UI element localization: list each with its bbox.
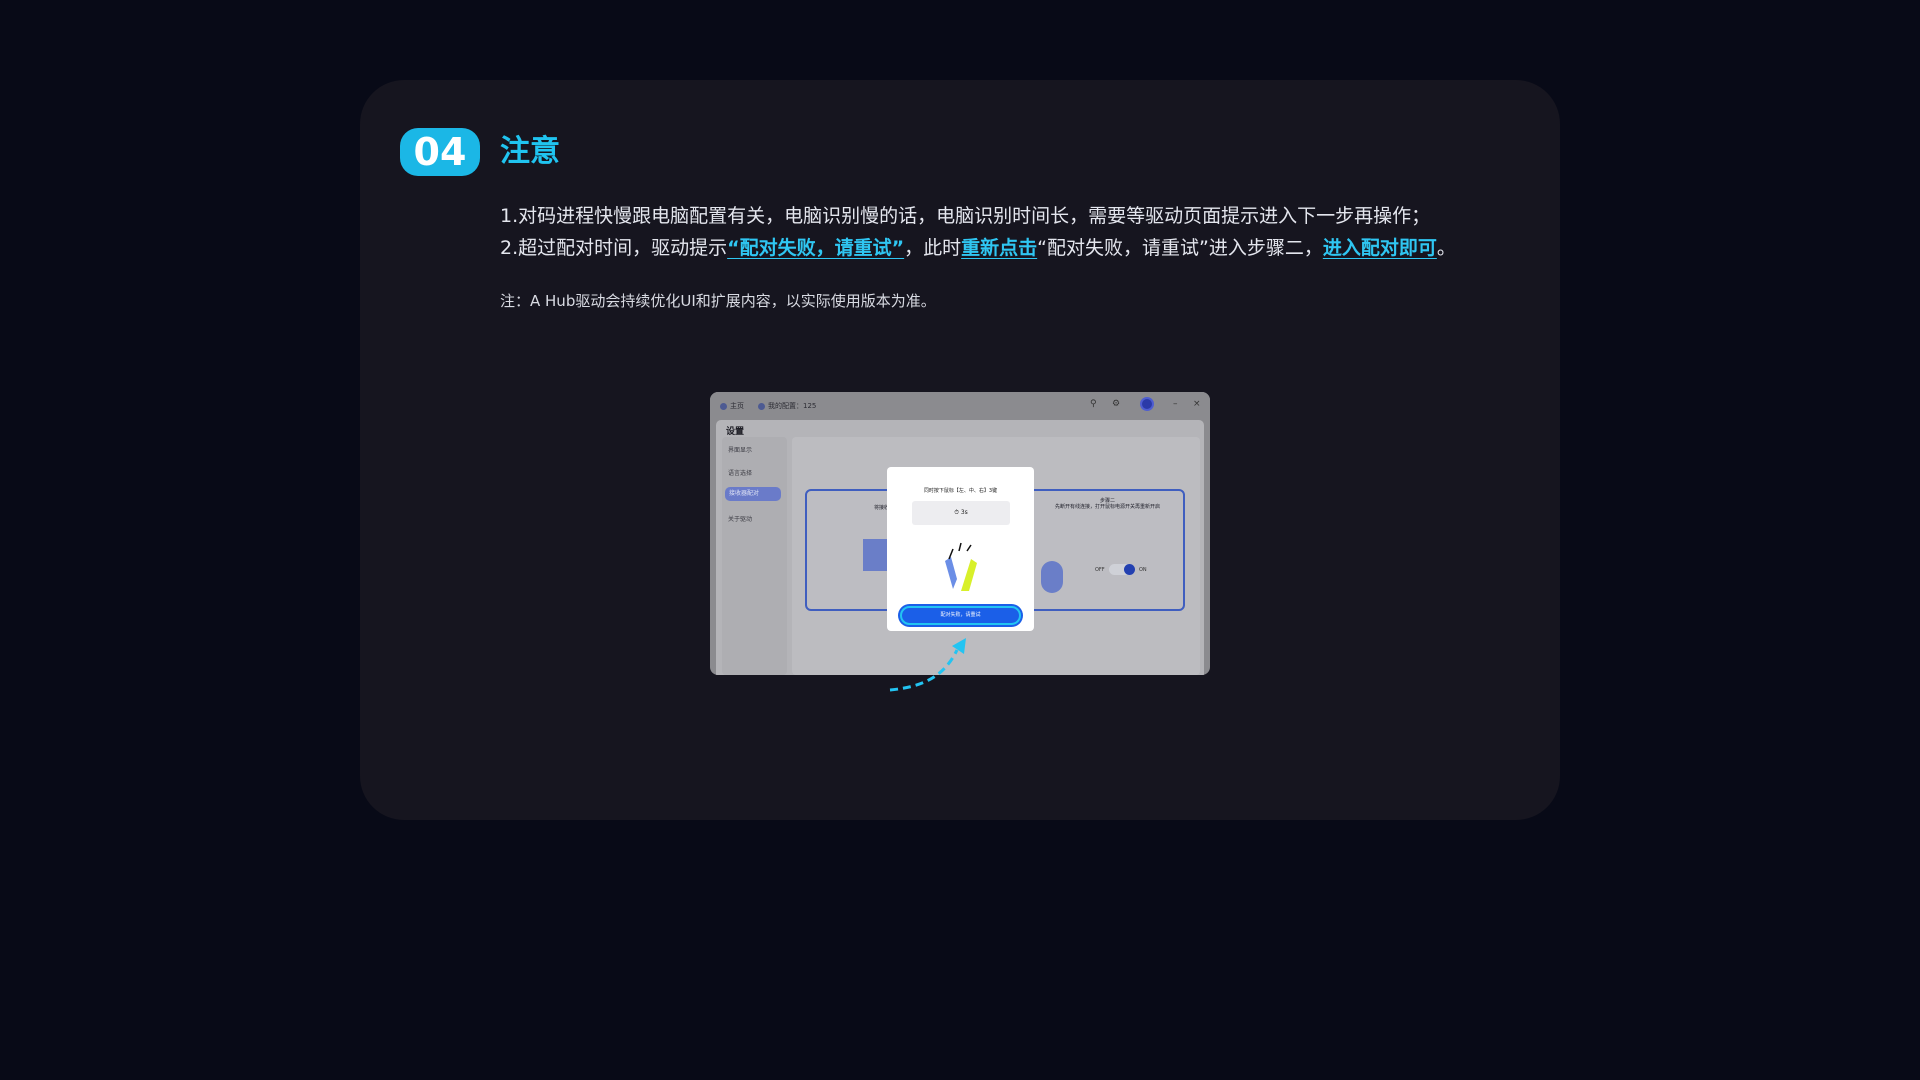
instruction-line-2: 2.超过配对时间，驱动提示“配对失败，请重试”，此时重新点击“配对失败，请重试”… (500, 232, 1540, 264)
enter-pairing-link[interactable]: 进入配对即可 (1323, 237, 1437, 259)
power-toggle[interactable] (1109, 564, 1135, 575)
receiver-illustration (863, 539, 889, 571)
modal-prompt: 同时按下鼠标【左、中、右】3键 (923, 488, 998, 494)
settings-sidebar: 界面显示 语言选择 接收器配对 关于驱动 (722, 437, 787, 675)
clock-icon: ⏱ (954, 509, 961, 516)
instruction-text: ，此时 (904, 237, 962, 259)
toggle-off-label: OFF (1095, 567, 1105, 573)
app-titlebar: 主页 我的配置：125 ⚲ ⚙ – × (710, 392, 1210, 418)
instruction-text: 2.超过配对时间，驱动提示 (500, 237, 728, 259)
pair-failed-link[interactable]: “配对失败，请重试” (727, 237, 904, 259)
sidebar-item-language[interactable]: 语言选择 (728, 468, 752, 477)
section-title: 注意 (500, 134, 560, 169)
countdown-box: ⏱ 3s (912, 501, 1010, 525)
config-icon (758, 402, 765, 410)
high-five-illustration (945, 542, 977, 591)
step-number-badge: 04 (400, 128, 480, 176)
step2-text: 步骤二 先断开有线连接，打开鼠标电源开关再重新开启 (1055, 498, 1160, 510)
click-again-link[interactable]: 重新点击 (961, 237, 1037, 259)
mouse-icon (1041, 561, 1063, 593)
pairing-modal: 同时按下鼠标【左、中、右】3键 ⏱ 3s 配对失败，请重试 (887, 467, 1034, 631)
close-icon[interactable]: × (1193, 399, 1201, 409)
retry-pairing-button[interactable]: 配对失败，请重试 (900, 606, 1021, 625)
countdown-value: 3s (960, 509, 968, 516)
instruction-line-1: 1.对码进程快慢跟电脑配置有关，电脑识别慢的话，电脑识别时间长，需要等驱动页面提… (500, 205, 1431, 227)
step2-desc: 先断开有线连接，打开鼠标电源开关再重新开启 (1055, 504, 1161, 510)
home-label: 主页 (730, 402, 744, 410)
minimize-icon[interactable]: – (1173, 399, 1178, 409)
config-label: 我的配置：125 (768, 402, 817, 410)
home-icon (720, 402, 727, 410)
sidebar-item-about[interactable]: 关于驱动 (728, 514, 752, 523)
home-tab[interactable]: 主页 (720, 401, 744, 411)
toggle-knob (1124, 564, 1135, 575)
user-icon[interactable]: ⚲ (1090, 399, 1097, 409)
instructions: 1.对码进程快慢跟电脑配置有关，电脑识别慢的话，电脑识别时间长，需要等驱动页面提… (500, 200, 1540, 264)
gear-icon[interactable]: ⚙ (1112, 399, 1120, 409)
instruction-text: 。 (1436, 237, 1456, 259)
pointer-arrow-icon (889, 638, 966, 692)
sidebar-item-receiver-pairing[interactable]: 接收器配对 (725, 487, 781, 501)
window-title: 设置 (726, 427, 745, 437)
toggle-on-label: ON (1139, 567, 1147, 573)
config-tab[interactable]: 我的配置：125 (758, 401, 816, 411)
footnote: 注：A Hub驱动会持续优化UI和扩展内容，以实际使用版本为准。 (500, 292, 936, 310)
content-card: 04 注意 1.对码进程快慢跟电脑配置有关，电脑识别慢的话，电脑识别时间长，需要… (360, 80, 1560, 820)
device-icon[interactable] (1140, 397, 1154, 411)
sidebar-item-display[interactable]: 界面显示 (728, 445, 752, 454)
instruction-text: “配对失败，请重试”进入步骤二， (1037, 237, 1323, 259)
